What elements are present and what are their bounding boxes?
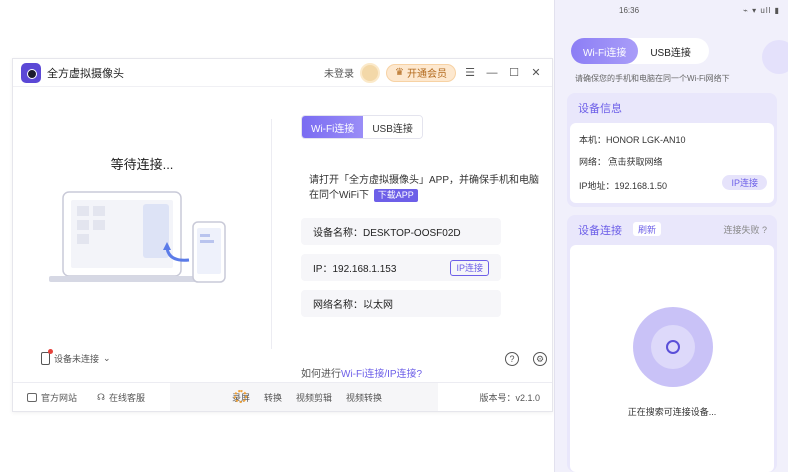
phone-network-label: 网络： 点击获取网络	[579, 157, 663, 167]
wifi-icon: ◠	[608, 155, 616, 165]
radar-scan-icon	[633, 307, 713, 387]
instruction-text: 请打开「全方虚拟摄像头」APP，并确保手机和电脑在同个WiFi下 下载APP	[309, 173, 539, 203]
phone-connection-tabs: Wi-Fi连接 USB连接	[571, 38, 709, 64]
device-info-body: 本机：HONOR LGK-AN10 网络： 点击获取网络 ◠ IP地址：192.…	[570, 123, 774, 203]
monitor-icon	[27, 392, 37, 402]
phone-network[interactable]: 网络： 点击获取网络	[579, 155, 663, 168]
footer-bar: 官方网站 ☊ 在线客服 录屏 转换 视频剪辑 视频转换 版本号：v2.1.0	[13, 382, 552, 411]
footer-tool-item[interactable]: 视频剪辑	[296, 391, 332, 404]
phone-disconnected-icon	[41, 349, 53, 365]
waiting-text: 等待连接...	[110, 157, 174, 172]
footer-tools: 录屏 转换 视频剪辑 视频转换	[170, 383, 438, 411]
device-name: 设备名称：DESKTOP-OOSF02D	[313, 228, 461, 239]
menu-icon[interactable]: ☰	[462, 65, 478, 81]
instruction-body: 请打开「全方虚拟摄像头」APP，并确保手机和电脑在同个WiFi下	[309, 175, 540, 201]
minimize-icon[interactable]: —	[484, 65, 500, 81]
help-icon[interactable]: ?	[505, 352, 519, 366]
device-status-label: 设备未连接	[54, 354, 100, 364]
vip-button[interactable]: ♛ 开通会员	[386, 63, 456, 82]
close-icon[interactable]: ✕	[528, 65, 544, 81]
network-name: 网络名称：以太网	[313, 300, 393, 311]
footer-tool-item[interactable]: 转换	[264, 391, 282, 404]
phone-system-icons: ⌁ ▾ ull ▮	[743, 6, 780, 15]
device-connection-card: 设备连接 刷新 连接失败 ? 正在搜索可连接设备...	[567, 215, 777, 472]
search-icon	[666, 340, 680, 354]
screen: 全方虚拟摄像头 未登录 ♛ 开通会员 ☰ — ☐ ✕ 等待连接... 设备未连接…	[0, 0, 788, 472]
phone-time: 16:36	[619, 6, 640, 15]
login-link[interactable]: 未登录	[324, 65, 354, 80]
phone-screen: 16:36 ⌁ ▾ ull ▮ Wi-Fi连接 USB连接 请确保您的手机和电脑…	[554, 0, 788, 472]
help-text: 如何进行Wi-Fi连接/IP连接?	[301, 365, 422, 380]
wifi-connect-pane: Wi-Fi连接 USB连接 请打开「全方虚拟摄像头」APP，并确保手机和电脑在同…	[301, 88, 551, 383]
device-status-dropdown[interactable]: 设备未连接 ⌄	[41, 349, 111, 365]
ip-connect-button[interactable]: IP连接	[450, 259, 489, 276]
searching-text: 正在搜索可连接设备...	[627, 407, 717, 417]
chevron-down-icon: ⌄	[103, 353, 111, 363]
download-app-button[interactable]: 下载APP	[373, 189, 418, 202]
phone-tab-usb[interactable]: USB连接	[638, 38, 703, 64]
decorative-blob	[762, 40, 788, 74]
phone-model: 本机：HONOR LGK-AN10	[579, 135, 686, 145]
laptop-phone-illustration	[49, 191, 226, 283]
footer-tool-item[interactable]: 视频转换	[346, 391, 382, 404]
support-link[interactable]: ☊ 在线客服	[97, 391, 145, 404]
help-link[interactable]: Wi-Fi连接/IP连接?	[341, 369, 422, 380]
ip-row: IP：192.168.1.153 IP连接	[301, 254, 501, 281]
network-name-row: 网络名称：以太网	[301, 290, 501, 317]
crown-icon: ♛	[395, 67, 404, 78]
tab-usb[interactable]: USB连接	[363, 116, 422, 138]
phone-ip: IP地址：192.168.1.50	[579, 181, 668, 191]
app-logo-icon	[21, 62, 41, 83]
support-label: 在线客服	[109, 392, 146, 403]
headset-icon: ☊	[97, 391, 105, 402]
phone-ip-connect-button[interactable]: IP连接	[722, 175, 767, 190]
website-label: 官方网站	[41, 392, 78, 403]
device-info-card: 设备信息 本机：HONOR LGK-AN10 网络： 点击获取网络 ◠ IP地址…	[567, 93, 777, 207]
version-label: 版本号：v2.1.0	[479, 392, 540, 403]
ip-address: IP：192.168.1.153	[313, 264, 397, 275]
refresh-button[interactable]: 刷新	[633, 222, 662, 236]
website-link[interactable]: 官方网站	[27, 391, 77, 404]
pane-divider	[271, 119, 272, 349]
tab-wifi[interactable]: Wi-Fi连接	[302, 116, 364, 138]
maximize-icon[interactable]: ☐	[506, 65, 522, 81]
device-connection-body: 正在搜索可连接设备...	[570, 245, 774, 472]
avatar[interactable]	[360, 62, 381, 83]
phone-hint: 请确保您的手机和电脑在同一个Wi-Fi网络下	[575, 74, 730, 83]
app-title: 全方虚拟摄像头	[47, 67, 124, 80]
device-info-title: 设备信息	[578, 103, 622, 115]
sun-icon	[234, 390, 247, 403]
phone-tab-wifi[interactable]: Wi-Fi连接	[571, 38, 639, 64]
settings-gear-icon[interactable]: ⚙	[533, 352, 547, 366]
radar-inner	[651, 325, 695, 369]
connection-failed-help[interactable]: 连接失败 ?	[723, 223, 767, 236]
connection-status-pane: 等待连接... 设备未连接 ⌄	[13, 88, 271, 383]
vip-label: 开通会员	[407, 69, 447, 80]
title-bar-actions: 未登录 ♛ 开通会员 ☰ — ☐ ✕	[324, 62, 544, 83]
connection-tabs: Wi-Fi连接 USB连接	[301, 115, 423, 139]
title-bar: 全方虚拟摄像头 未登录 ♛ 开通会员 ☰ — ☐ ✕	[13, 59, 552, 87]
app-window: 全方虚拟摄像头 未登录 ♛ 开通会员 ☰ — ☐ ✕ 等待连接... 设备未连接…	[12, 58, 553, 412]
help-prefix: 如何进行	[301, 369, 341, 380]
device-name-row: 设备名称：DESKTOP-OOSF02D	[301, 218, 501, 245]
device-connection-title: 设备连接	[578, 225, 622, 237]
